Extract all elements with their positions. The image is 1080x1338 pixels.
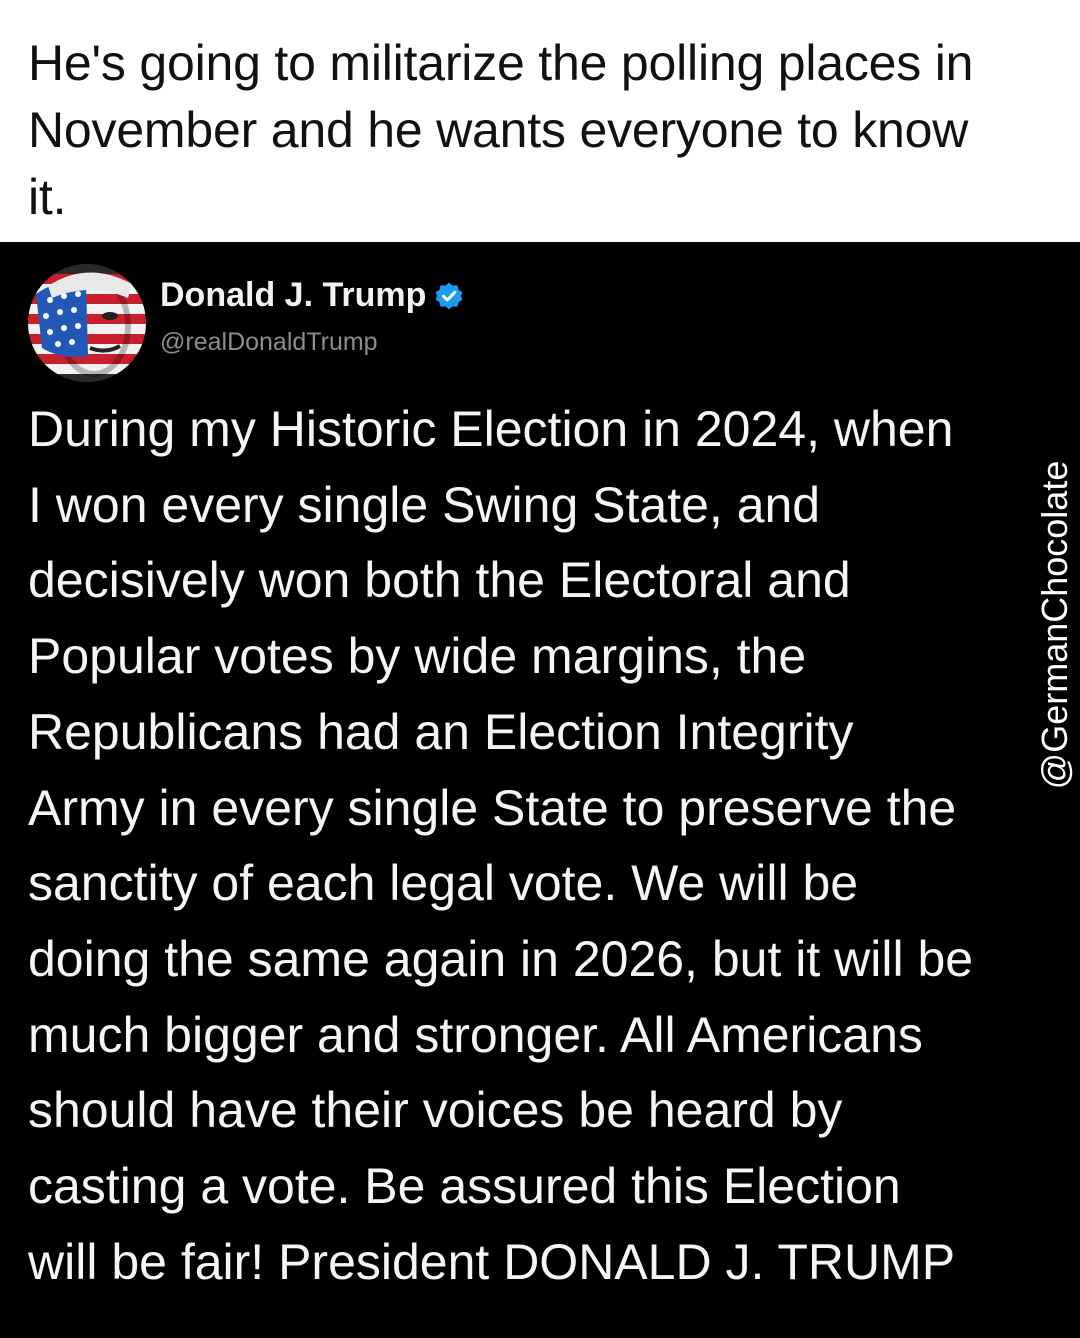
post-body-line: sanctity of each legal vote. We will be bbox=[28, 855, 859, 912]
watermark-text: @GermanChocolate bbox=[1034, 460, 1075, 790]
verified-badge-icon bbox=[434, 281, 464, 311]
caption-line: it. bbox=[28, 169, 67, 225]
caption-line: He's going to militarize the polling pla… bbox=[28, 35, 974, 91]
post-body-line: Popular votes by wide margins, the bbox=[28, 628, 807, 685]
post-body-text: During my Historic Election in 2024, whe… bbox=[28, 392, 1053, 1300]
post-body-line: I won every single Swing State, and bbox=[28, 476, 821, 533]
post-body-line: will be fair! President DONALD J. TRUMP bbox=[28, 1233, 956, 1290]
author-handle[interactable]: @realDonaldTrump bbox=[160, 328, 378, 357]
caption-panel: He's going to militarize the polling pla… bbox=[0, 0, 1080, 242]
post-body-line: doing the same again in 2026, but it wil… bbox=[28, 930, 974, 987]
post-body-line: Republicans had an Election Integrity bbox=[28, 703, 854, 760]
post-body-line: should have their voices be heard by bbox=[28, 1082, 843, 1139]
caption-line: November and he wants everyone to know bbox=[28, 102, 969, 158]
post-body-line: much bigger and stronger. All Americans bbox=[28, 1006, 923, 1063]
post-body-line: During my Historic Election in 2024, whe… bbox=[28, 401, 954, 457]
flag-painted-face-avatar-icon bbox=[28, 264, 146, 382]
author-name-row: Donald J. Trump bbox=[160, 276, 464, 315]
post-card: Donald J. Trump @realDonaldTrump During … bbox=[0, 242, 1080, 1338]
post-body-line: decisively won both the Electoral and bbox=[28, 552, 851, 609]
post-body-line: Army in every single State to preserve t… bbox=[28, 779, 957, 836]
watermark: @GermanChocolate bbox=[1030, 430, 1080, 820]
avatar[interactable] bbox=[28, 264, 146, 382]
author-display-name[interactable]: Donald J. Trump bbox=[160, 276, 426, 315]
post-body-line: casting a vote. Be assured this Election bbox=[28, 1158, 901, 1215]
